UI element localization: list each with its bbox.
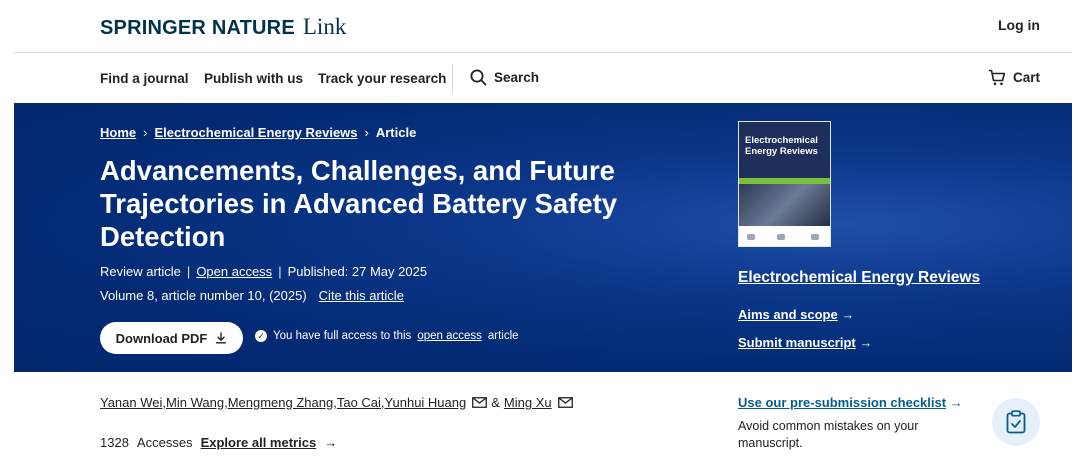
authors-ampersand: & <box>491 395 500 410</box>
cover-header: Electrochemical Energy Reviews <box>739 122 830 178</box>
article-volume-row: Volume 8, article number 10, (2025) Cite… <box>100 288 404 303</box>
checklist-description: Avoid common mistakes on your manuscript… <box>738 419 919 450</box>
author-link[interactable]: Yunhui Huang <box>385 395 467 410</box>
arrow-right-icon: → <box>949 395 963 410</box>
download-pdf-label: Download PDF <box>115 330 208 346</box>
metrics-row: 1328 Accesses Explore all metrics → <box>100 435 337 450</box>
article-title: Advancements, Challenges, and Future Tra… <box>100 155 618 252</box>
cart-icon <box>988 69 1006 86</box>
search-label: Search <box>494 70 540 85</box>
login-link[interactable]: Log in <box>998 17 1040 33</box>
email-icon[interactable] <box>557 397 573 408</box>
search-button[interactable]: Search <box>470 69 539 86</box>
arrow-right-icon: → <box>841 307 855 322</box>
check-circle-icon: ✓ <box>255 330 267 342</box>
author-link[interactable]: Tao Cai <box>337 395 381 410</box>
breadcrumb-current: Article <box>375 125 417 140</box>
arrow-right-icon: → <box>324 435 338 450</box>
cite-article-link[interactable]: Cite this article <box>319 288 404 303</box>
access-note: ✓ You have full access to this open acce… <box>255 330 519 342</box>
article-hero: Home › Electrochemical Energy Reviews › … <box>14 103 1072 372</box>
chevron-right-icon: › <box>143 125 148 140</box>
cover-logo-icon <box>811 234 819 240</box>
email-icon[interactable] <box>472 397 488 408</box>
author-list: Yanan Wei, Min Wang, Mengmeng Zhang, Tao… <box>100 395 577 410</box>
access-note-link[interactable]: open access <box>417 330 482 342</box>
cart-label: Cart <box>1012 70 1040 85</box>
article-volume: Volume 8, article number 10, (2025) <box>100 288 307 303</box>
meta-separator: | <box>278 264 282 279</box>
access-note-prefix: You have full access to this <box>273 330 412 342</box>
main-nav: Find a journal Publish with us Track you… <box>0 53 1080 103</box>
cart-button[interactable]: Cart <box>988 69 1040 86</box>
cover-title: Electrochemical Energy Reviews <box>745 135 818 157</box>
breadcrumb: Home › Electrochemical Energy Reviews › … <box>100 125 416 140</box>
clipboard-check-icon <box>1006 410 1026 434</box>
aims-scope-label: Aims and scope <box>738 307 838 322</box>
top-bar: SPRINGER NATURE Link Log in <box>0 0 1080 52</box>
author-link[interactable]: Ming Xu <box>504 395 552 410</box>
article-type: Review article <box>100 264 181 279</box>
nav-find-journal[interactable]: Find a journal <box>100 71 189 86</box>
aims-scope-link[interactable]: Aims and scope → <box>738 307 854 322</box>
journal-cover[interactable]: Electrochemical Energy Reviews <box>738 121 831 247</box>
checklist-link-label: Use our pre-submission checklist <box>738 395 947 410</box>
cover-logo-icon <box>777 234 785 240</box>
cover-image <box>739 184 830 226</box>
presubmission-checklist-link[interactable]: Use our pre-submission checklist → <box>738 395 963 410</box>
author-link[interactable]: Yanan Wei <box>100 395 162 410</box>
arrow-right-icon: → <box>859 335 873 350</box>
article-meta: Review article | Open access | Published… <box>100 264 427 279</box>
nav-divider <box>452 64 453 94</box>
submit-manuscript-link[interactable]: Submit manuscript → <box>738 335 872 350</box>
accesses-label: Accesses <box>136 435 193 450</box>
search-icon <box>470 69 487 86</box>
logo-suffix: Link <box>302 14 347 39</box>
meta-separator: | <box>186 264 191 279</box>
chevron-right-icon: › <box>364 125 369 140</box>
published-date: Published: 27 May 2025 <box>287 264 428 279</box>
cover-logo-icon <box>747 234 755 240</box>
author-link[interactable]: Mengmeng Zhang <box>228 395 334 410</box>
checklist-badge <box>992 398 1040 446</box>
nav-publish[interactable]: Publish with us <box>204 71 303 86</box>
download-icon <box>216 332 227 344</box>
download-pdf-button[interactable]: Download PDF <box>100 322 243 354</box>
nav-track-research[interactable]: Track your research <box>318 71 446 86</box>
submit-manuscript-label: Submit manuscript <box>738 335 856 350</box>
open-access-link[interactable]: Open access <box>196 264 272 279</box>
cover-footer <box>739 226 830 246</box>
breadcrumb-home[interactable]: Home <box>100 125 136 140</box>
journal-name-link[interactable]: Electrochemical Energy Reviews <box>738 269 980 287</box>
logo-brand: SPRINGER NATURE <box>100 17 295 39</box>
explore-metrics-link[interactable]: Explore all metrics <box>201 435 317 450</box>
access-note-suffix: article <box>487 330 519 342</box>
springer-nature-link-logo[interactable]: SPRINGER NATURE Link <box>100 14 346 40</box>
accesses-count: 1328 <box>100 435 129 450</box>
breadcrumb-journal[interactable]: Electrochemical Energy Reviews <box>154 125 357 140</box>
author-link[interactable]: Min Wang <box>166 395 224 410</box>
